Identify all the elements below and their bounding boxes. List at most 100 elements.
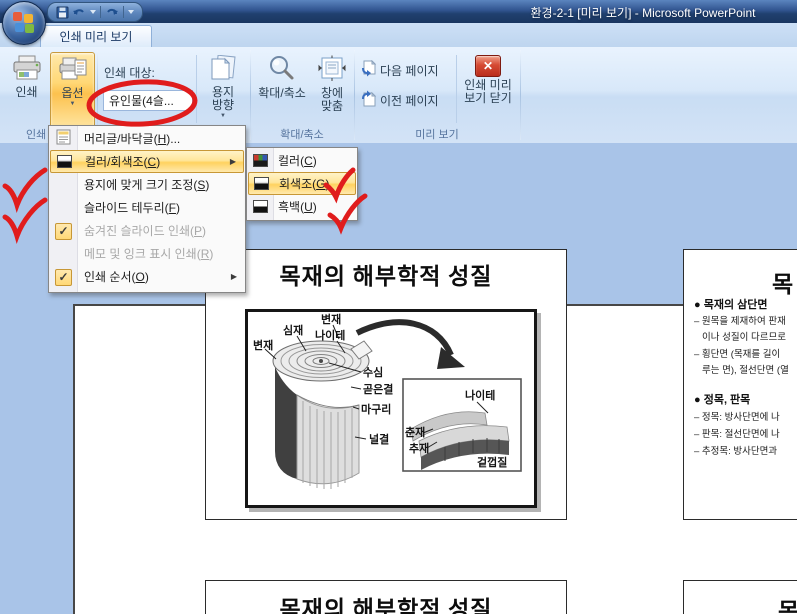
diagram-label: 마구리 — [361, 402, 391, 416]
menu-item-header-footer[interactable]: 머리글/바닥글(H)... — [50, 127, 244, 150]
grayscale-icon — [57, 155, 72, 168]
quick-access-toolbar — [47, 2, 143, 22]
slide2-body-line: ● 정목, 판목 — [694, 391, 750, 407]
slide2-body-line: – 판목: 절선단면에 나 — [694, 426, 780, 440]
diagram-label: 추재 — [409, 441, 429, 455]
diagram-label: 곧은결 — [363, 383, 393, 396]
printer-options-icon — [58, 56, 88, 85]
group-label-zoom: 확대/축소 — [250, 126, 354, 142]
magnifier-icon — [268, 55, 296, 85]
next-page-button[interactable]: 다음 페이지 — [360, 60, 439, 80]
tab-print-preview[interactable]: 인쇄 미리 보기 — [40, 25, 152, 48]
slide-thumbnail-3: 목재의 해부학적 성질 — [205, 580, 567, 614]
color-icon — [253, 154, 268, 167]
next-page-icon — [360, 60, 376, 80]
diagram-label: 변재 — [253, 338, 273, 352]
diagram-label: 널결 — [369, 432, 389, 446]
orientation-label-line2: 방향 — [212, 99, 234, 112]
group-label-print: 인쇄 — [26, 126, 46, 142]
save-icon[interactable] — [56, 6, 69, 19]
print-target-combobox[interactable]: 유인물(4슬... — [103, 90, 193, 111]
submenu-arrow-icon: ▶ — [231, 272, 237, 281]
print-target-label: 인쇄 대상: — [104, 64, 155, 81]
printer-icon — [12, 55, 42, 84]
page-orientation-icon — [208, 55, 238, 84]
diagram-label: 심재 — [283, 323, 303, 337]
diagram-label: 나이테 — [315, 328, 345, 342]
diagram-label: 수심 — [363, 365, 383, 379]
slide3-title: 목재의 해부학적 성질 — [206, 590, 566, 614]
menu-item-label: 컬러/회색조(C) — [85, 153, 160, 170]
menu-item-color-grayscale[interactable]: 컬러/회색조(C) ▶ — [50, 150, 244, 173]
office-button[interactable] — [2, 1, 46, 45]
dropdown-arrow-icon: ▼ — [70, 101, 76, 107]
menu-item-print-hidden-slides: 숨겨진 슬라이드 인쇄(P) — [50, 219, 244, 242]
menu-item-label: 용지에 맞게 크기 조정(S) — [84, 176, 209, 193]
menu-item-label: 머리글/바닥글(H)... — [84, 130, 180, 147]
prev-page-label: 이전 페이지 — [380, 92, 439, 109]
submenu-arrow-icon: ▶ — [230, 157, 236, 166]
prev-page-icon — [360, 90, 376, 110]
menu-item-label: 숨겨진 슬라이드 인쇄(P) — [84, 222, 206, 239]
undo-icon[interactable] — [72, 6, 87, 19]
fit-window-icon — [318, 55, 346, 85]
slide4-title-fragment: 목 — [778, 592, 797, 614]
prev-page-button[interactable]: 이전 페이지 — [360, 90, 439, 110]
submenu-item-label: 회색조(G) — [279, 175, 329, 192]
slide2-body-line: ● 목재의 삼단면 — [694, 296, 767, 312]
dropdown-arrow-icon: ▼ — [220, 113, 226, 119]
orientation-button[interactable]: 용지 방향 ▼ — [200, 52, 246, 126]
menu-item-label: 슬라이드 테두리(F) — [84, 199, 180, 216]
submenu-item-black-white[interactable]: 흑백(U) — [248, 195, 356, 218]
diagram-label: 나이테 — [465, 388, 495, 402]
undo-dropdown-icon[interactable] — [90, 10, 96, 14]
color-grayscale-submenu: 컬러(C) 회색조(G) 흑백(U) — [246, 147, 358, 221]
submenu-item-label: 흑백(U) — [278, 198, 317, 215]
wood-anatomy-figure: 변재 심재 변재 나이테 수심 곧은결 마구리 널결 나이테 춘재 추재 겉껍질 — [245, 309, 537, 508]
menu-item-frame-slides[interactable]: ✓ 슬라이드 테두리(F) — [50, 196, 244, 219]
slide2-body-line: – 추정목: 방사단면과 — [694, 443, 777, 457]
print-button-label: 인쇄 — [15, 86, 37, 99]
slide2-body-line: 이나 성질이 다르므로 — [702, 329, 786, 343]
ribbon-tab-row: 인쇄 미리 보기 — [0, 23, 797, 47]
office-logo-icon — [13, 12, 35, 34]
menu-item-label: 인쇄 순서(O) — [84, 268, 149, 285]
close-print-preview-button[interactable]: ✕ 인쇄 미리 보기 닫기 — [459, 52, 517, 126]
close-label-line2: 보기 닫기 — [464, 92, 512, 105]
slide-thumbnail-1: 목재의 해부학적 성질 — [205, 249, 567, 520]
print-button[interactable]: 인쇄 — [5, 52, 48, 125]
zoom-button-label: 확대/축소 — [258, 87, 306, 100]
zoom-button[interactable]: 확대/축소 — [253, 52, 311, 125]
powerpoint-window: 환경-2-1 [미리 보기] - Microsoft PowerPoint 인쇄… — [0, 0, 797, 614]
slide-thumbnail-4: 목 — [683, 580, 797, 614]
redo-icon[interactable] — [105, 6, 119, 19]
fit-to-window-button[interactable]: 창에 맞춤 — [311, 52, 353, 125]
options-button[interactable]: 옵션 ▼ — [50, 52, 95, 128]
submenu-item-grayscale[interactable]: 회색조(G) — [248, 172, 356, 195]
menu-item-print-comments: 메모 및 잉크 표시 인쇄(R) — [50, 242, 244, 265]
close-preview-icon: ✕ — [475, 55, 501, 77]
diagram-label: 겉껍질 — [477, 456, 507, 469]
black-white-icon — [253, 200, 268, 213]
group-label-preview: 미리 보기 — [354, 126, 520, 142]
menu-item-label: 메모 및 잉크 표시 인쇄(R) — [84, 245, 213, 262]
diagram-label: 춘재 — [405, 425, 425, 439]
slide1-title: 목재의 해부학적 성질 — [206, 257, 566, 291]
fit-label-line2: 맞춤 — [321, 100, 343, 113]
slide2-body-line: – 횡단면 (목재를 길이 — [694, 346, 780, 360]
next-page-label: 다음 페이지 — [380, 62, 439, 79]
slide2-body-line: – 원목을 제재하여 판재 — [694, 313, 786, 327]
submenu-item-color[interactable]: 컬러(C) — [248, 149, 356, 172]
grayscale-icon — [254, 177, 269, 190]
slide2-title-fragment: 목 — [772, 265, 793, 299]
submenu-item-label: 컬러(C) — [278, 152, 317, 169]
slide-thumbnail-2: 목 ● 목재의 삼단면 – 원목을 제재하여 판재 이나 성질이 다르므로 – … — [683, 249, 797, 520]
slide2-body-line: – 정목: 방사단면에 나 — [694, 409, 780, 423]
diagram-label: 변재 — [321, 312, 341, 326]
options-button-label: 옵션 — [61, 87, 83, 100]
qat-customize-icon[interactable] — [128, 10, 134, 14]
menu-item-printing-order[interactable]: 인쇄 순서(O) ▶ — [50, 265, 244, 288]
window-title: 환경-2-1 [미리 보기] - Microsoft PowerPoint — [498, 4, 788, 21]
header-footer-icon — [56, 129, 71, 148]
menu-item-scale-to-fit[interactable]: ✓ 용지에 맞게 크기 조정(S) — [50, 173, 244, 196]
